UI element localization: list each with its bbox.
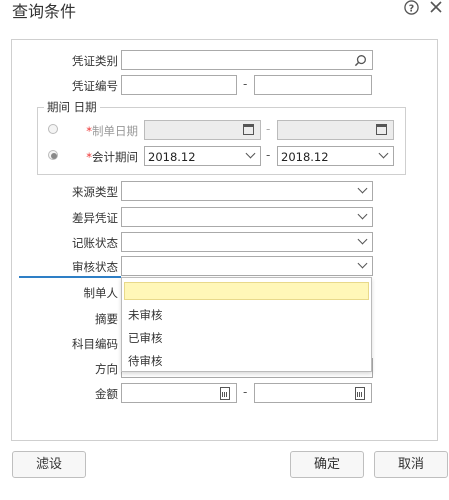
diff-voucher-label: 差异凭证 bbox=[72, 211, 118, 225]
summary-label: 摘要 bbox=[95, 312, 118, 326]
make-date-to[interactable] bbox=[277, 120, 394, 140]
amount-label: 金额 bbox=[95, 387, 118, 401]
cancel-button[interactable]: 取消 bbox=[374, 451, 448, 478]
chevron-down-icon[interactable] bbox=[245, 148, 256, 159]
dropdown-option-unaudited[interactable]: 未审核 bbox=[128, 307, 163, 323]
calculator-icon[interactable] bbox=[220, 387, 230, 400]
diff-voucher-select[interactable] bbox=[121, 207, 373, 227]
audit-status-label: 审核状态 bbox=[72, 260, 118, 274]
chevron-down-icon[interactable] bbox=[357, 183, 368, 194]
focus-underline bbox=[19, 276, 121, 278]
filter-settings-button[interactable]: 滤设 bbox=[12, 451, 86, 478]
help-icon[interactable]: ? bbox=[404, 0, 419, 19]
search-icon[interactable] bbox=[354, 54, 367, 67]
svg-text:?: ? bbox=[409, 3, 414, 14]
period-from-select[interactable]: 2018.12 bbox=[144, 146, 261, 166]
ok-button[interactable]: 确定 bbox=[290, 451, 364, 478]
calendar-icon[interactable] bbox=[243, 124, 254, 135]
period-group-label: 期间 日期 bbox=[44, 99, 100, 115]
accounting-period-label: *会计期间 bbox=[86, 150, 138, 164]
calculator-icon[interactable] bbox=[355, 387, 365, 400]
audit-status-select[interactable] bbox=[121, 256, 373, 276]
chevron-down-icon[interactable] bbox=[357, 258, 368, 269]
dropdown-option-pending[interactable]: 待审核 bbox=[128, 353, 163, 369]
chevron-down-icon[interactable] bbox=[357, 209, 368, 220]
voucher-no-to[interactable] bbox=[254, 75, 372, 95]
chevron-down-icon[interactable] bbox=[357, 234, 368, 245]
range-separator: - bbox=[266, 122, 271, 136]
maker-label: 制单人 bbox=[83, 286, 119, 300]
dropdown-option-audited[interactable]: 已审核 bbox=[128, 330, 163, 346]
range-separator: - bbox=[266, 148, 271, 162]
dialog-title: 查询条件 bbox=[12, 2, 77, 21]
amount-to[interactable] bbox=[254, 383, 372, 403]
close-icon[interactable] bbox=[429, 0, 443, 18]
dropdown-option-blank[interactable] bbox=[124, 282, 369, 300]
posting-status-select[interactable] bbox=[121, 232, 373, 252]
source-type-select[interactable] bbox=[121, 181, 373, 201]
make-date-from[interactable] bbox=[144, 120, 261, 140]
voucher-no-from[interactable] bbox=[121, 75, 237, 95]
voucher-no-label: 凭证编号 bbox=[72, 79, 118, 93]
period-to-select[interactable]: 2018.12 bbox=[277, 146, 394, 166]
direction-label: 方向 bbox=[95, 362, 118, 376]
source-type-label: 来源类型 bbox=[72, 185, 118, 199]
account-code-label: 科目编码 bbox=[72, 337, 118, 351]
range-separator: - bbox=[243, 385, 248, 399]
calendar-icon[interactable] bbox=[376, 124, 387, 135]
audit-status-dropdown: 未审核 已审核 待审核 bbox=[121, 277, 372, 372]
range-separator: - bbox=[243, 77, 248, 91]
chevron-down-icon[interactable] bbox=[378, 148, 389, 159]
make-date-label: *制单日期 bbox=[86, 124, 138, 138]
amount-from[interactable] bbox=[121, 383, 237, 403]
voucher-type-label: 凭证类别 bbox=[72, 54, 118, 68]
posting-status-label: 记账状态 bbox=[72, 236, 118, 250]
voucher-type-input[interactable] bbox=[121, 50, 373, 70]
